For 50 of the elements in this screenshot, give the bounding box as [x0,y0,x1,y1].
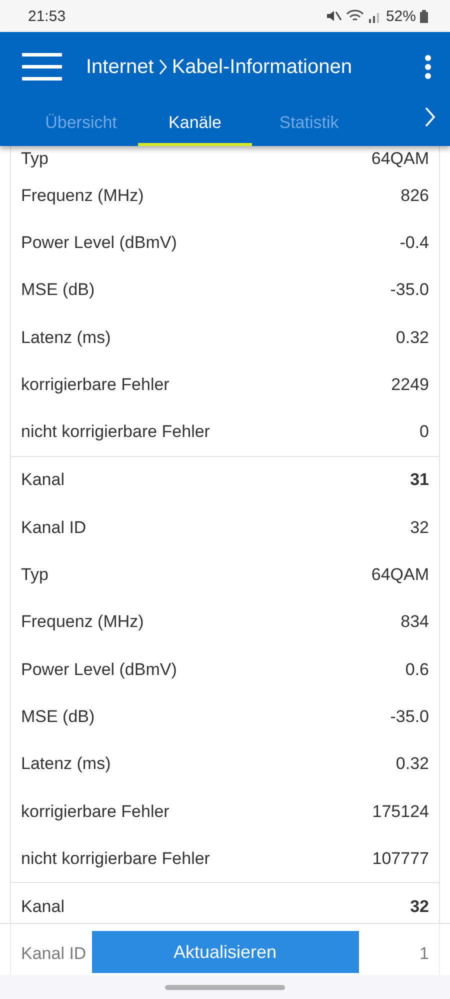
tab[interactable]: Kanäle [138,102,252,146]
breadcrumb-item[interactable]: Kabel-Informationen [172,56,352,78]
battery-percent: 52% [386,8,416,24]
row-value: 834 [400,612,429,632]
row-value: -35.0 [390,706,429,727]
row-value: 64QAM [371,565,429,586]
row-label: Typ [21,565,48,586]
mute-icon [326,9,342,23]
more-options-icon [424,55,432,79]
row-value: 0.32 [396,754,429,774]
row-value: 31 [410,470,429,490]
row-label: Kanal ID [21,518,86,538]
row-value: 1 [420,944,429,964]
chevron-right-icon [424,106,436,128]
row-label: MSE (dB) [21,280,95,300]
row-label: Kanal [21,897,64,918]
row-label: Power Level (dBmV) [21,660,177,680]
row-value: -0.4 [400,232,429,253]
row-value: 107777 [372,848,429,869]
row-label: Frequenz (MHz) [21,612,144,632]
row-label: nicht korrigierbare Fehler [21,422,210,442]
status-time: 21:53 [28,8,66,24]
row-label: Power Level (dBmV) [21,232,177,253]
row-label: korrigierbare Fehler [21,802,170,822]
row-value: 0 [420,422,429,442]
row-value: 175124 [372,802,429,822]
wifi-icon [346,9,364,23]
row-value: 64QAM [371,149,429,169]
row-label: Latenz (ms) [21,328,111,348]
row-label: Latenz (ms) [21,754,111,774]
row-value: -35.0 [390,280,429,300]
row-label: Frequenz (MHz) [21,186,144,206]
row-value: 32 [410,897,429,918]
battery-icon [420,10,428,22]
row-label: korrigierbare Fehler [21,374,170,395]
row-label: MSE (dB) [21,706,95,727]
row-value: 826 [400,186,429,206]
row-label: nicht korrigierbare Fehler [21,848,210,869]
breadcrumb-item[interactable]: Internet [86,56,154,78]
row-label: Kanal ID [21,944,86,964]
row-label: Kanal [21,470,64,490]
menu-icon [22,52,62,82]
row-label: Typ [21,149,48,169]
row-value: 2249 [391,374,429,395]
row-value: 0.32 [396,328,429,348]
home-handle[interactable] [165,984,285,990]
row-value: 32 [410,518,429,538]
row-value: 0.6 [405,660,429,680]
chevron-right-icon [158,58,168,76]
refresh-button[interactable]: Aktualisieren [92,931,358,973]
